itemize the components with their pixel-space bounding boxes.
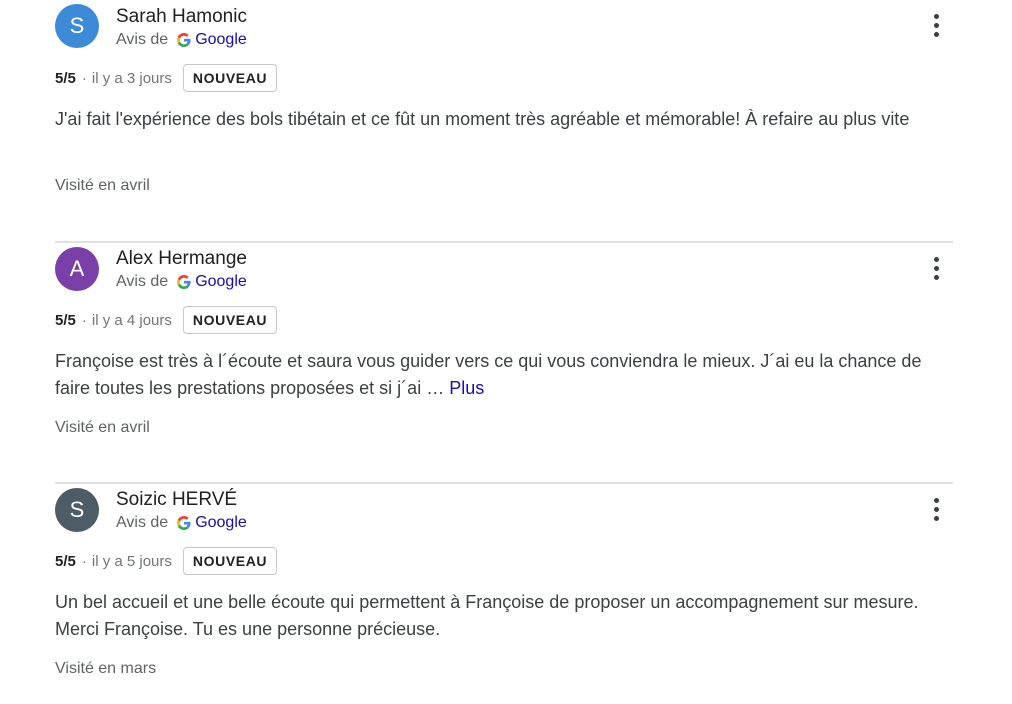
review-text: J'ai fait l'expérience des bols tibétain… xyxy=(55,106,953,133)
new-badge: NOUVEAU xyxy=(182,306,278,334)
new-badge: NOUVEAU xyxy=(182,547,278,575)
author-name[interactable]: Alex Hermange xyxy=(116,248,247,270)
review-meta: 5/5 · il y a 5 jours NOUVEAU xyxy=(55,546,278,576)
source-name[interactable]: Google xyxy=(195,31,247,49)
review-card: S Sarah Hamonic Avis de Google 5/5 · il … xyxy=(55,0,953,241)
review-text: Un bel accueil et une belle écoute qui p… xyxy=(55,589,953,643)
separator-dot: · xyxy=(81,311,87,329)
google-g-icon xyxy=(177,33,191,47)
review-source: Avis de Google xyxy=(116,514,247,532)
avatar[interactable]: S xyxy=(55,488,99,532)
review-date: il y a 3 jours xyxy=(91,69,172,87)
more-options-icon[interactable] xyxy=(928,498,944,526)
more-link[interactable]: Plus xyxy=(449,378,484,398)
visited-date: Visité en avril xyxy=(55,419,150,436)
review-body: J'ai fait l'expérience des bols tibétain… xyxy=(55,109,910,129)
source-prefix: Avis de xyxy=(116,31,169,48)
avatar-letter: S xyxy=(69,13,85,38)
rating: 5/5 xyxy=(55,311,76,329)
review-source: Avis de Google xyxy=(116,273,247,291)
review-date: il y a 5 jours xyxy=(91,552,172,570)
source-name[interactable]: Google xyxy=(195,514,247,532)
source-name[interactable]: Google xyxy=(195,273,247,291)
rating: 5/5 xyxy=(55,69,76,87)
avatar[interactable]: S xyxy=(55,4,99,48)
review-body: Françoise est très à l´écoute et saura v… xyxy=(55,351,922,398)
visited-date: Visité en avril xyxy=(55,177,150,194)
source-prefix: Avis de xyxy=(116,273,169,290)
google-g-icon xyxy=(177,275,191,289)
separator-dot: · xyxy=(81,552,87,570)
avatar[interactable]: A xyxy=(55,247,99,291)
author-name[interactable]: Sarah Hamonic xyxy=(116,6,247,28)
review-body: Un bel accueil et une belle écoute qui p… xyxy=(55,592,919,639)
new-badge: NOUVEAU xyxy=(182,64,278,92)
avatar-letter: A xyxy=(69,256,85,281)
google-g-icon xyxy=(177,516,191,530)
rating: 5/5 xyxy=(55,552,76,570)
review-card: S Soizic HERVÉ Avis de Google 5/5 · il y… xyxy=(55,482,953,704)
separator-dot: · xyxy=(81,69,87,87)
source-prefix: Avis de xyxy=(116,514,169,531)
review-meta: 5/5 · il y a 3 jours NOUVEAU xyxy=(55,63,278,93)
author-name[interactable]: Soizic HERVÉ xyxy=(116,489,237,511)
more-options-icon[interactable] xyxy=(928,14,944,42)
avatar-letter: S xyxy=(69,497,85,522)
visited-date: Visité en mars xyxy=(55,660,157,677)
review-card: A Alex Hermange Avis de Google 5/5 · il … xyxy=(55,241,953,463)
more-options-icon[interactable] xyxy=(928,257,944,285)
review-meta: 5/5 · il y a 4 jours NOUVEAU xyxy=(55,305,278,335)
review-text: Françoise est très à l´écoute et saura v… xyxy=(55,348,953,402)
review-date: il y a 4 jours xyxy=(91,311,172,329)
review-source: Avis de Google xyxy=(116,31,247,49)
